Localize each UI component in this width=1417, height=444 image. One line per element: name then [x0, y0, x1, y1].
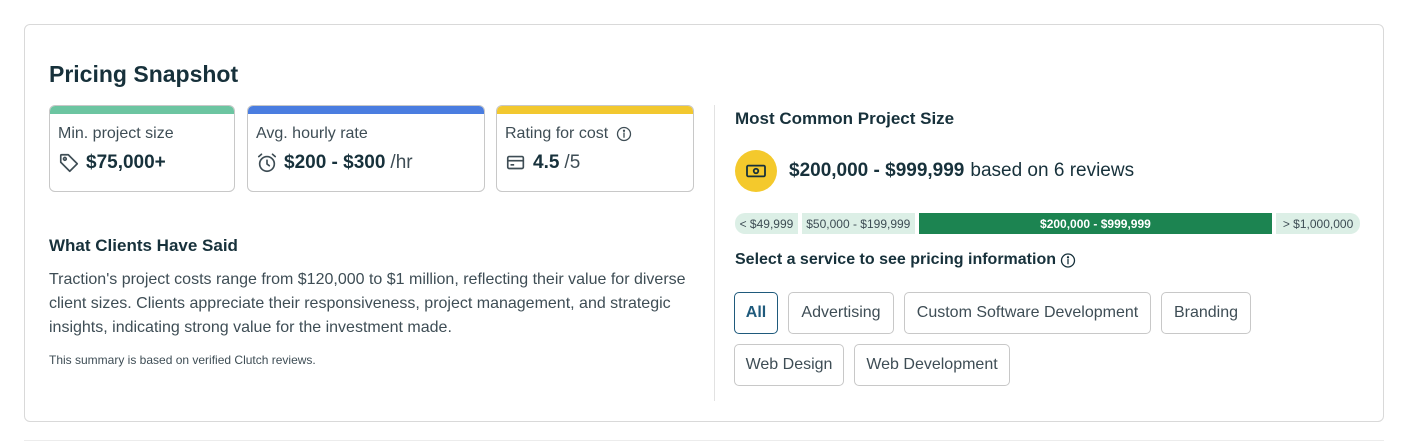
min-project-size-color-bar	[50, 106, 234, 114]
services-heading: Select a service to see pricing informat…	[735, 251, 1056, 268]
service-chip-advertising[interactable]: Advertising	[788, 292, 894, 334]
min-project-size-box: Min. project size $75,000+	[49, 105, 235, 192]
avg-hourly-rate-label: Avg. hourly rate	[256, 125, 368, 142]
service-chip-web-design[interactable]: Web Design	[734, 344, 844, 386]
rating-for-cost-label-row: Rating for cost	[505, 125, 632, 143]
money-icon	[735, 150, 777, 192]
service-chip-custom-software-development[interactable]: Custom Software Development	[904, 292, 1151, 334]
scale-segment-50k-200k: $50,000 - $199,999	[801, 213, 915, 234]
info-icon[interactable]	[1060, 252, 1076, 268]
rating-for-cost-color-bar	[497, 106, 693, 114]
rating-for-cost-label: Rating for cost	[505, 125, 609, 142]
avg-hourly-rate-box: Avg. hourly rate $200 - $300 /hr	[247, 105, 485, 192]
service-chip-all[interactable]: All	[734, 292, 778, 334]
rating-for-cost-value: 4.5	[533, 152, 560, 173]
clients-heading: What Clients Have Said	[49, 236, 238, 255]
clients-note: This summary is based on verified Clutch…	[49, 353, 316, 367]
project-size-scale: < $49,999 $50,000 - $199,999 $200,000 - …	[735, 213, 1360, 234]
most-common-range: $200,000 - $999,999	[789, 160, 965, 181]
service-chip-branding[interactable]: Branding	[1161, 292, 1251, 334]
section-title: Pricing Snapshot	[49, 61, 239, 87]
avg-hourly-rate-value: $200 - $300	[284, 152, 386, 173]
pricing-snapshot-card: Pricing Snapshot Min. project size $75,0…	[24, 24, 1384, 422]
clients-summary: Traction's project costs range from $120…	[49, 271, 686, 336]
column-divider	[714, 105, 715, 401]
services-heading-row: Select a service to see pricing informat…	[735, 251, 1076, 269]
avg-hourly-rate-unit: /hr	[390, 152, 413, 173]
scale-segment-under-50k: < $49,999	[735, 213, 798, 234]
scale-segment-over-1m: > $1,000,000	[1276, 213, 1360, 234]
bottom-divider	[24, 440, 1384, 441]
rating-for-cost-unit: /5	[564, 152, 581, 173]
avg-hourly-rate-color-bar	[248, 106, 484, 114]
most-common-reviews: based on 6 reviews	[970, 160, 1135, 181]
wallet-icon	[505, 152, 527, 174]
service-chip-web-development[interactable]: Web Development	[854, 344, 1010, 386]
scale-segment-200k-1m: $200,000 - $999,999	[918, 213, 1273, 234]
most-common-row: $200,000 - $999,999 based on 6 reviews	[735, 150, 1134, 192]
rating-for-cost-box: Rating for cost 4.5 /5	[496, 105, 694, 192]
min-project-size-label: Min. project size	[58, 125, 174, 142]
tag-icon	[58, 152, 80, 174]
min-project-size-value: $75,000+	[86, 152, 166, 173]
info-icon[interactable]	[616, 126, 632, 142]
most-common-heading: Most Common Project Size	[735, 109, 955, 128]
alarm-clock-icon	[256, 152, 278, 174]
